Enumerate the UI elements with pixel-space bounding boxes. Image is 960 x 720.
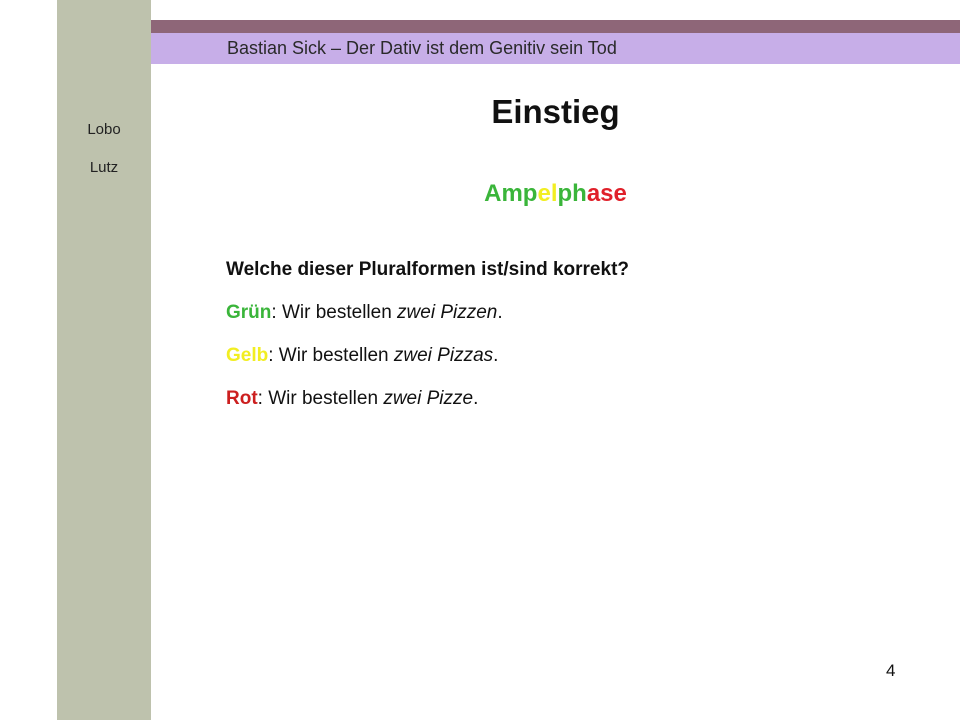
subtitle-part: Amp	[484, 180, 538, 207]
page-number: 4	[886, 661, 896, 680]
slide-body: Welche dieser Pluralformen ist/sind korr…	[226, 258, 629, 430]
option-example: zwei Pizzas	[393, 345, 494, 366]
option-line-gruen: Grün: Wir bestellen zwei Pizzen.	[226, 301, 629, 344]
option-end: .	[493, 345, 499, 366]
option-example: zwei Pizzen	[397, 302, 498, 323]
option-label: Rot	[226, 388, 258, 409]
subtitle-part: ase	[586, 180, 627, 207]
option-sentence: : Wir bestellen	[271, 302, 398, 323]
option-example: zwei Pizze	[383, 388, 474, 409]
author-name: Lutz	[89, 159, 119, 176]
option-sentence: : Wir bestellen	[268, 345, 394, 366]
option-sentence: : Wir bestellen	[257, 388, 384, 409]
header-band-dark	[151, 20, 960, 33]
option-line-rot: Rot: Wir bestellen zwei Pizze.	[226, 387, 629, 430]
question-text: Welche dieser Pluralformen ist/sind korr…	[226, 259, 629, 280]
slide-subtitle: Ampelphase	[151, 180, 960, 208]
slide-title: Einstieg	[491, 93, 620, 130]
option-line-gelb: Gelb: Wir bestellen zwei Pizzas.	[226, 344, 629, 387]
header-title: Bastian Sick – Der Dativ ist dem Genitiv…	[227, 38, 617, 58]
option-label: Gelb	[226, 345, 269, 366]
option-label: Grün	[226, 302, 272, 323]
subtitle-part: ph	[557, 180, 587, 207]
subtitle-part: el	[537, 180, 558, 207]
author-name: Lobo	[87, 121, 121, 138]
option-end: .	[473, 388, 479, 409]
sidebar: Lobo Lutz	[57, 0, 151, 720]
option-end: .	[497, 302, 503, 323]
